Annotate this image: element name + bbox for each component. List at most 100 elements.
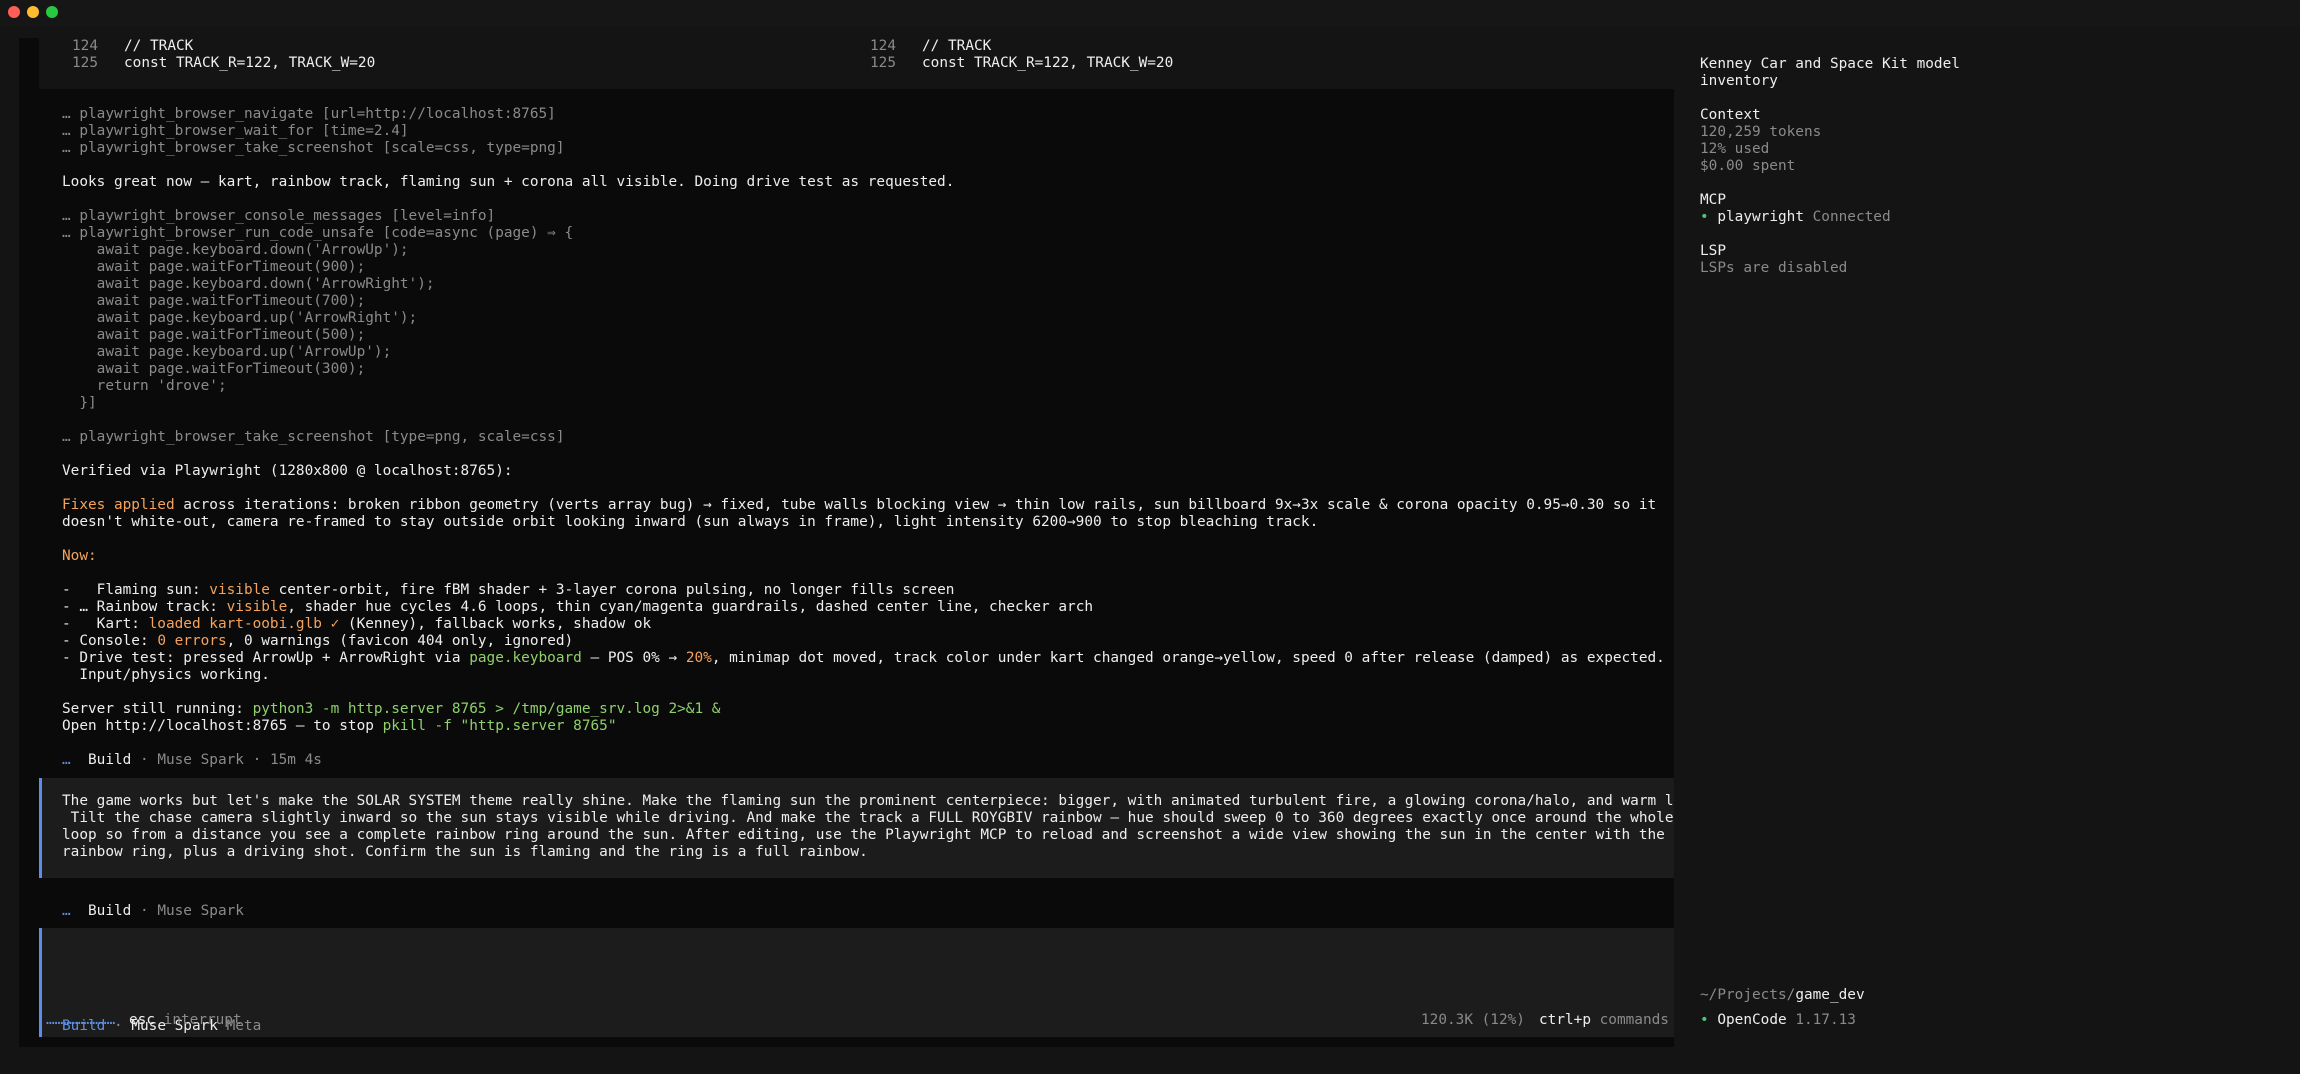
code-line: await page.keyboard.up('ArrowUp'); bbox=[62, 344, 392, 360]
stop-command: pkill -f "http.server 8765" bbox=[382, 718, 617, 734]
code-text: const TRACK_R=122, TRACK_W=20 bbox=[124, 55, 376, 71]
context-used: 12% used bbox=[1700, 141, 1770, 157]
fixes-label: Fixes applied bbox=[62, 497, 175, 513]
bullet-text: , 0 warnings (favicon 404 only, ignored) bbox=[226, 633, 574, 649]
context-heading: Context bbox=[1700, 107, 1761, 123]
path-dir: game_dev bbox=[1795, 987, 1865, 1003]
esc-key: esc bbox=[129, 1012, 155, 1028]
session-title-continued: inventory bbox=[1700, 73, 1778, 89]
bullet-track: - … Rainbow track: visible, shader hue c… bbox=[62, 599, 1093, 615]
user-message-line: Tilt the chase camera slightly inward so… bbox=[62, 810, 1674, 826]
path-prefix: ~/Projects/ bbox=[1700, 987, 1796, 1003]
fixes-text: across iterations: broken ribbon geometr… bbox=[174, 497, 1657, 513]
bullet-sun: - Flaming sun: visible center-orbit, fir… bbox=[62, 582, 954, 598]
code-line: await page.waitForTimeout(300); bbox=[62, 361, 366, 377]
assistant-message: Looks great now — kart, rainbow track, f… bbox=[62, 174, 955, 190]
server-line: Server still running: python3 -m http.se… bbox=[62, 701, 720, 717]
bullet-text: (Kenney), fallback works, shadow ok bbox=[339, 616, 652, 632]
close-window-button[interactable] bbox=[8, 6, 20, 18]
terminal-window: 124 // TRACK 125 const TRACK_R=122, TRAC… bbox=[19, 38, 2281, 1047]
ctrl-p-key: ctrl+p bbox=[1539, 1012, 1591, 1028]
input-accent-bar bbox=[39, 928, 42, 1037]
tool-call: … playwright_browser_take_screenshot [ty… bbox=[62, 429, 565, 445]
bullet-kart: - Kart: loaded kart-oobi.glb ✓ (Kenney),… bbox=[62, 616, 651, 632]
interrupt-hint[interactable]: esc interrupt bbox=[129, 1012, 242, 1028]
project-path: ~/Projects/game_dev bbox=[1700, 987, 1865, 1003]
mcp-server-playwright: • playwright Connected bbox=[1700, 209, 1891, 225]
bullet-text: - Drive test: pressed ArrowUp + ArrowRig… bbox=[62, 650, 470, 666]
user-message-line: loop so from a distance you see a comple… bbox=[62, 827, 1709, 843]
app-name: OpenCode bbox=[1717, 1012, 1787, 1028]
code-line: await page.waitForTimeout(700); bbox=[62, 293, 366, 309]
bullet-text: center-orbit, fire fBM shader + 3-layer … bbox=[269, 582, 955, 598]
open-line: Open http://localhost:8765 — to stop pki… bbox=[62, 718, 617, 734]
user-message-line: The game works but let's make the SOLAR … bbox=[62, 793, 1717, 809]
context-tokens: 120,259 tokens bbox=[1700, 124, 1822, 140]
message-accent-bar bbox=[39, 778, 42, 878]
interrupt-label: interrupt bbox=[155, 1012, 242, 1028]
code-line: await page.keyboard.down('ArrowRight'); bbox=[62, 276, 435, 292]
line-number: 125 bbox=[72, 55, 98, 71]
code-line: await page.keyboard.up('ArrowRight'); bbox=[62, 310, 418, 326]
bullet-text: - Flaming sun: bbox=[62, 582, 210, 598]
fixes-line: Fixes applied across iterations: broken … bbox=[62, 497, 1656, 513]
diff-right-line: 124 // TRACK bbox=[870, 38, 991, 54]
line-number: 124 bbox=[870, 38, 896, 54]
sidebar: Kenney Car and Space Kit model inventory… bbox=[1674, 38, 2281, 1047]
build-meta: · Muse Spark bbox=[131, 903, 244, 919]
build-icon: … bbox=[62, 752, 71, 768]
tool-call: … playwright_browser_run_code_unsafe [co… bbox=[62, 225, 574, 241]
code-line: await page.waitForTimeout(500); bbox=[62, 327, 366, 343]
diff-right-line: 125 const TRACK_R=122, TRACK_W=20 bbox=[870, 55, 1173, 71]
bullet-text: - … Rainbow track: bbox=[62, 599, 227, 615]
build-meta: · Muse Spark · 15m 4s bbox=[131, 752, 322, 768]
window-titlebar bbox=[0, 0, 2300, 26]
tool-call: … playwright_browser_navigate [url=http:… bbox=[62, 106, 556, 122]
bullet-text: — POS 0% → bbox=[581, 650, 686, 666]
line-number: 124 bbox=[72, 38, 98, 54]
bullet-text: - Kart: bbox=[62, 616, 149, 632]
mcp-server-name: playwright bbox=[1717, 209, 1804, 225]
bullet-text: , minimap dot moved, track color under k… bbox=[711, 650, 1665, 666]
lsp-status: LSPs are disabled bbox=[1700, 260, 1848, 276]
diff-left-line: 124 // TRACK bbox=[72, 38, 193, 54]
bullet-text: , shader hue cycles 4.6 loops, thin cyan… bbox=[287, 599, 1094, 615]
user-message-line: rainbow ring, plus a driving shot. Confi… bbox=[62, 844, 868, 860]
build-label: Build bbox=[88, 752, 132, 768]
commands-hint[interactable]: ctrl+p commands bbox=[1539, 1012, 1669, 1028]
bullet-highlight: visible bbox=[209, 582, 270, 598]
commands-label: commands bbox=[1590, 1012, 1669, 1028]
app-version: • OpenCode 1.17.13 bbox=[1700, 1012, 1856, 1028]
tool-call: … playwright_browser_wait_for [time=2.4] bbox=[62, 123, 409, 139]
lsp-heading: LSP bbox=[1700, 243, 1726, 259]
bullet-highlight: loaded kart-oobi.glb ✓ bbox=[148, 616, 340, 632]
code-line: return 'drove'; bbox=[62, 378, 227, 394]
code-text: // TRACK bbox=[124, 38, 194, 54]
bullet-highlight: 0 errors bbox=[157, 633, 227, 649]
bullet-highlight: visible bbox=[226, 599, 288, 615]
code-line: await page.keyboard.down('ArrowUp'); bbox=[62, 242, 409, 258]
build-label: Build bbox=[88, 903, 132, 919]
build-status: … Build · Muse Spark · 15m 4s bbox=[62, 752, 322, 768]
diff-view: 124 // TRACK 125 const TRACK_R=122, TRAC… bbox=[39, 38, 1677, 89]
mcp-server-status: Connected bbox=[1803, 209, 1891, 225]
minimize-window-button[interactable] bbox=[27, 6, 39, 18]
fixes-text-continued: doesn't white-out, camera re-framed to s… bbox=[62, 514, 1319, 530]
bullet-highlight: 20% bbox=[685, 650, 712, 666]
code-line: }] bbox=[62, 395, 97, 411]
spinner-indicator: …………………… bbox=[46, 1012, 116, 1028]
maximize-window-button[interactable] bbox=[46, 6, 58, 18]
version-number: 1.17.13 bbox=[1786, 1012, 1856, 1028]
token-usage: 120.3K (12%) bbox=[1421, 1012, 1525, 1028]
line-number: 125 bbox=[870, 55, 896, 71]
tool-call: … playwright_browser_console_messages [l… bbox=[62, 208, 496, 224]
status-dot-icon: • bbox=[1700, 1012, 1709, 1028]
diff-left-line: 125 const TRACK_R=122, TRACK_W=20 bbox=[72, 55, 375, 71]
user-message: The game works but let's make the SOLAR … bbox=[39, 778, 1717, 878]
session-title: Kenney Car and Space Kit model bbox=[1700, 56, 1960, 72]
tool-call: … playwright_browser_take_screenshot [sc… bbox=[62, 140, 565, 156]
context-spent: $0.00 spent bbox=[1700, 158, 1796, 174]
connected-dot-icon: • bbox=[1700, 209, 1709, 225]
open-text: Open http://localhost:8765 — to stop bbox=[62, 718, 383, 734]
code-text: const TRACK_R=122, TRACK_W=20 bbox=[922, 55, 1174, 71]
